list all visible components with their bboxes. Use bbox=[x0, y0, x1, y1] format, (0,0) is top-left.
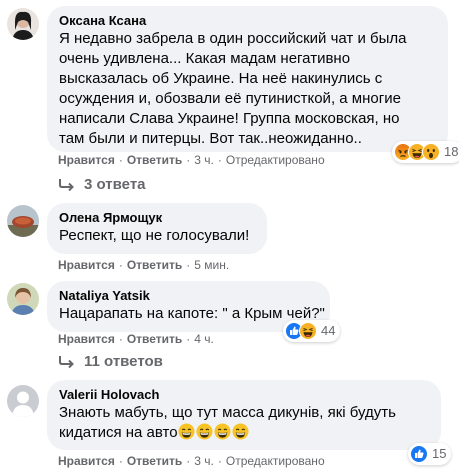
separator: · bbox=[118, 332, 123, 346]
edited-label: Отредактировано bbox=[225, 153, 325, 167]
comment-text-line: Респект, що не голосували! bbox=[59, 227, 250, 244]
reaction-count: 18 bbox=[444, 144, 459, 159]
reaction-count: 15 bbox=[432, 446, 447, 461]
comment-text-line: очень удивлена... Какая мадам негативно bbox=[59, 50, 351, 67]
emoji-row bbox=[178, 423, 250, 441]
view-replies-label: 3 ответа bbox=[84, 176, 146, 193]
grin-emoji-icon bbox=[196, 423, 213, 440]
comment-bubble: Олена Ярмощук Респект, що не голосували! bbox=[47, 203, 267, 254]
avatar[interactable] bbox=[7, 385, 39, 417]
like-button[interactable]: Нравится bbox=[58, 258, 115, 272]
comment-text-line-with-emoji: кидатися на авто bbox=[59, 423, 429, 443]
reply-arrow-icon bbox=[59, 356, 74, 369]
view-replies-button[interactable]: 3 ответа bbox=[58, 175, 146, 195]
separator: · bbox=[217, 454, 222, 468]
comment-actions: Нравится · Ответить · 4 ч. bbox=[58, 331, 214, 347]
wow-reaction-icon bbox=[422, 143, 440, 161]
like-button[interactable]: Нравится bbox=[58, 332, 115, 346]
reaction-summary[interactable]: 44 bbox=[283, 320, 341, 342]
grin-emoji-icon bbox=[178, 423, 195, 440]
avatar[interactable] bbox=[7, 8, 39, 40]
comment-text-line: осуждения и, обозвали её путинисткой, а … bbox=[59, 90, 401, 107]
comment-author[interactable]: Олена Ярмощук bbox=[59, 210, 255, 226]
separator: · bbox=[118, 258, 123, 272]
comment-author[interactable]: Nataliya Yatsik bbox=[59, 288, 318, 304]
reply-button[interactable]: Ответить bbox=[127, 153, 182, 167]
reply-arrow-icon bbox=[59, 179, 74, 192]
separator: · bbox=[186, 258, 191, 272]
comment-actions: Нравится · Ответить · 3 ч. · Отредактировано bbox=[58, 152, 325, 168]
like-button[interactable]: Нравится bbox=[58, 153, 115, 167]
reply-button[interactable]: Ответить bbox=[127, 332, 182, 346]
reply-button[interactable]: Ответить bbox=[127, 258, 182, 272]
separator: · bbox=[186, 332, 191, 346]
like-button[interactable]: Нравится bbox=[58, 454, 115, 468]
comment-actions: Нравится · Ответить · 5 мин. bbox=[58, 257, 229, 273]
reaction-summary[interactable]: 15 bbox=[408, 443, 452, 465]
edited-label: Отредактировано bbox=[225, 454, 325, 468]
comment-text-line: Нацарапать на капоте: " а Крым чей?" bbox=[59, 305, 325, 322]
comment-text-line: высказалась об Украине. На неё накинулис… bbox=[59, 70, 383, 87]
comment-time[interactable]: 3 ч. bbox=[194, 153, 214, 167]
like-reaction-icon bbox=[410, 445, 428, 463]
reaction-count: 44 bbox=[321, 323, 336, 338]
comment-text: Я недавно забрела в один российский чат … bbox=[59, 29, 436, 149]
separator: · bbox=[118, 153, 123, 167]
grin-emoji-icon bbox=[232, 423, 249, 440]
comment-text: Респект, що не голосували! bbox=[59, 226, 255, 246]
grin-emoji-icon bbox=[214, 423, 231, 440]
comment-text: Нацарапать на капоте: " а Крым чей?" bbox=[59, 304, 325, 324]
comment-author[interactable]: Valerii Holovach bbox=[59, 387, 429, 403]
comment-text-line: там были и питерцы. Вот так..неожиданно.… bbox=[59, 130, 362, 147]
separator: · bbox=[217, 153, 222, 167]
comment-time[interactable]: 5 мин. bbox=[194, 258, 229, 272]
comment-text: Знають мабуть, що тут масса дикунів, які… bbox=[59, 403, 429, 443]
comment-author[interactable]: Оксана Ксана bbox=[59, 13, 436, 29]
avatar[interactable] bbox=[7, 205, 39, 237]
reply-button[interactable]: Ответить bbox=[127, 454, 182, 468]
comment-text-line: Знають мабуть, що тут масса дикунів, які… bbox=[59, 404, 396, 421]
comment-text-line: написали Слава Украине! Группа московска… bbox=[59, 110, 400, 127]
view-replies-button[interactable]: 11 ответов bbox=[58, 352, 163, 372]
haha-reaction-icon bbox=[299, 322, 317, 340]
comment-bubble: Оксана Ксана Я недавно забрела в один ро… bbox=[47, 6, 448, 152]
avatar[interactable] bbox=[7, 283, 39, 315]
reaction-summary[interactable]: 18 bbox=[392, 141, 459, 163]
comment-bubble: Valerii Holovach Знають мабуть, що тут м… bbox=[47, 380, 441, 450]
comment-text-fragment: кидатися на авто bbox=[59, 424, 178, 441]
comment-time[interactable]: 4 ч. bbox=[194, 332, 214, 346]
comment-time[interactable]: 3 ч. bbox=[194, 454, 214, 468]
comment-actions: Нравится · Ответить · 3 ч. · Отредактировано bbox=[58, 453, 325, 469]
view-replies-label: 11 ответов bbox=[84, 353, 163, 370]
separator: · bbox=[118, 454, 123, 468]
separator: · bbox=[186, 454, 191, 468]
separator: · bbox=[186, 153, 191, 167]
comment-text-line: Я недавно забрела в один российский чат … bbox=[59, 30, 407, 47]
